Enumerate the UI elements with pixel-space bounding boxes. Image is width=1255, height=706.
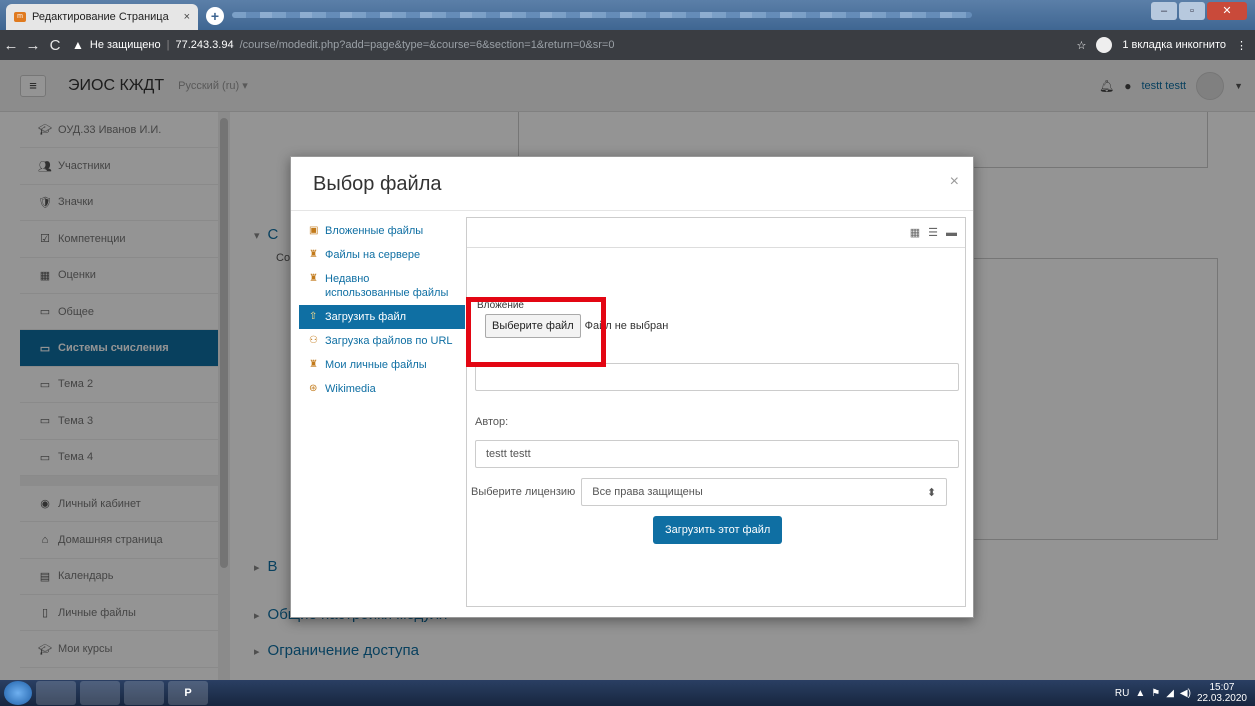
browser-tab[interactable]: m Редактирование Страница × [6,4,198,30]
browser-right-controls: ☆ 1 вкладка инкогнито ⋮ [1076,37,1247,53]
repository-item-label: Wikimedia [325,383,376,395]
moodle-favicon-icon: m [14,12,26,22]
os-taskbar: P RU ▲ ⚑ ◢ ◀) 15:07 22.03.2020 [0,680,1255,706]
flag-icon[interactable]: ⚑ [1151,688,1160,699]
repository-item-label: Файлы на сервере [325,249,421,261]
network-icon[interactable]: ◢ [1166,688,1174,699]
view-toolbar: ▦ ☰ ▬ [467,218,965,248]
licence-row: Выберите лицензию Все права защищены ⬍ [471,478,948,506]
repository-list: ▣ Вложенные файлы ♜ Файлы на сервере ♜ Недавн… [299,219,465,401]
upload-this-file-button[interactable]: Загрузить этот файл [653,516,783,544]
start-button[interactable] [4,681,32,705]
minimize-button[interactable]: – [1151,2,1177,20]
clock-time: 15:07 [1209,682,1235,693]
chrome-taskbar-button[interactable] [80,681,120,705]
url-icon: ⚇ [309,335,318,346]
repository-item[interactable]: ♜ Мои личные файлы [299,353,465,377]
tree-view-icon[interactable]: ▬ [946,227,957,239]
recent-files-icon: ♜ [309,273,318,284]
clock-date: 22.03.2020 [1196,693,1247,704]
explorer-taskbar-button[interactable] [36,681,76,705]
attachment-icon: ▣ [309,225,319,236]
repository-item[interactable]: ⊛ Wikimedia [299,377,465,401]
repository-item-label: Мои личные файлы [325,359,427,371]
new-tab-button[interactable]: + [206,7,224,25]
close-icon[interactable]: × [950,173,959,191]
browser-menu-icon[interactable]: ⋮ [1236,39,1247,52]
tab-close-icon[interactable]: × [184,11,190,23]
window-close-button[interactable]: ✕ [1207,2,1247,20]
repository-item[interactable]: ♜ Недавно использованные файлы [299,267,465,305]
powerpoint-taskbar-button[interactable]: P [168,681,208,705]
system-tray: RU ▲ ⚑ ◢ ◀) 15:07 22.03.2020 [1115,682,1247,704]
incognito-icon [1096,37,1113,53]
url-host: 77.243.3.94 [175,39,234,51]
window-controls: – ▫ ✕ [1151,2,1247,20]
forward-icon[interactable]: → [22,37,44,54]
volume-icon[interactable]: ◀) [1180,688,1191,699]
repository-item[interactable]: ⇧ Загрузить файл [299,305,465,329]
repository-item[interactable]: ▣ Вложенные файлы [299,219,465,243]
url-path: /course/modedit.php?add=page&type=&cours… [239,39,615,51]
maximize-button[interactable]: ▫ [1179,2,1205,20]
books-taskbar-button[interactable] [124,681,164,705]
reload-icon[interactable]: C [44,37,66,54]
insecure-label: Не защищено [89,39,161,51]
dialog-title: Выбор файла [313,173,442,195]
address-bar: ← → C ▲ Не защищено | 77.243.3.94/course… [0,30,1255,60]
licence-select-value: Все права защищены [592,486,703,498]
repository-item[interactable]: ♜ Файлы на сервере [299,243,465,267]
url-separator: | [166,39,170,51]
save-as-field[interactable] [475,363,959,391]
red-highlight-frame [466,297,606,367]
icon-view-icon[interactable]: ▦ [910,226,920,239]
back-icon[interactable]: ← [0,37,22,54]
author-field[interactable]: testt testt [475,440,959,468]
tab-title: Редактирование Страница [32,11,169,23]
upload-panel: ▦ ☰ ▬ Вложение Выберите файл Файл не выб… [466,217,966,607]
repository-item-label: Загрузка файлов по URL [325,335,453,347]
licence-select[interactable]: Все права защищены ⬍ [581,478,948,506]
private-files-icon: ♜ [309,359,318,370]
tray-expand-icon[interactable]: ▲ [1135,688,1145,699]
select-arrows-icon: ⬍ [927,486,937,499]
dialog-header: Выбор файла × [291,157,973,211]
url-field[interactable]: ▲ Не защищено | 77.243.3.94/course/moded… [72,38,614,52]
repository-item[interactable]: ⚇ Загрузка файлов по URL [299,329,465,353]
upload-icon: ⇧ [309,311,318,322]
warning-icon: ▲ [72,38,84,52]
star-icon[interactable]: ☆ [1076,39,1086,52]
list-view-icon[interactable]: ☰ [928,226,938,239]
repository-item-label: Вложенные файлы [325,225,424,237]
browser-tab-strip: m Редактирование Страница × + – ▫ ✕ [0,0,1255,30]
clock[interactable]: 15:07 22.03.2020 [1197,682,1247,704]
wikimedia-icon: ⊛ [309,383,318,394]
file-picker-dialog: Выбор файла × ▣ Вложенные файлы ♜ Файлы на … [290,156,974,618]
server-files-icon: ♜ [309,249,318,260]
repository-item-label: Загрузить файл [325,311,407,323]
tab-strip-decoration [232,12,972,18]
repository-item-label: Недавно использованные файлы [325,273,449,299]
language-indicator[interactable]: RU [1115,688,1129,699]
incognito-label: 1 вкладка инкогнито [1122,39,1226,51]
author-label: Автор: [475,416,509,428]
licence-label: Выберите лицензию [471,486,576,498]
